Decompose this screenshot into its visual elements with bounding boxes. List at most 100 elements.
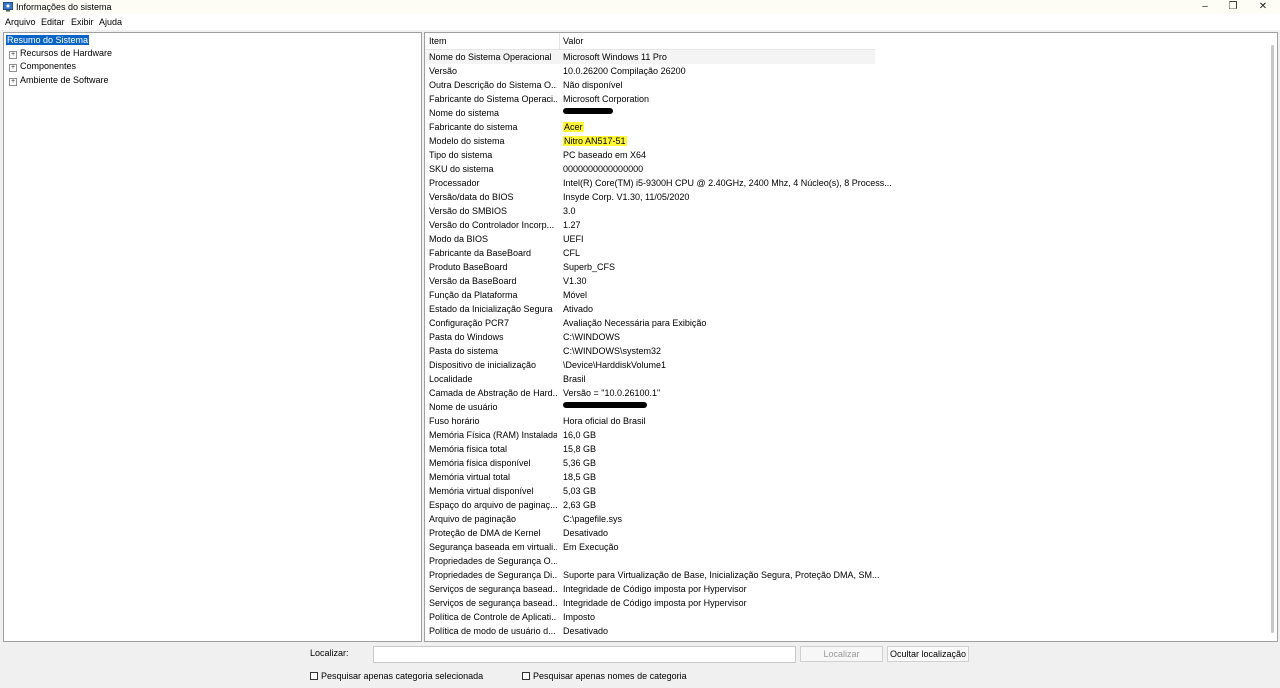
row-item-name: Proteção de DMA de Kernel [429,528,541,538]
row-item-value: C:\pagefile.sys [563,514,623,524]
table-row[interactable]: Pasta do Windows C:\WINDOWS [425,330,875,344]
close-button[interactable]: ✕ [1248,0,1278,14]
table-row[interactable]: Memória virtual disponível 5,03 GB [425,484,875,498]
menu-edit[interactable]: Editar [41,16,65,28]
tree-item-label: Resumo do Sistema [6,35,90,45]
row-item-value: Superb_CFS [563,262,616,272]
table-row[interactable]: Segurança baseada em virtuali... Em Execu… [425,540,875,554]
row-item-value: Avaliação Necessária para Exibição [563,318,707,328]
table-row[interactable]: Memória física total 15,8 GB [425,442,875,456]
table-row[interactable]: Versão/data do BIOS Insyde Corp. V1.30, 1… [425,190,875,204]
tree-item-hardware-resources[interactable]: + Recursos de Hardware [9,48,112,59]
details-list[interactable]: Item Valor Nome do Sistema Operacional Mi… [424,32,1278,642]
table-row[interactable]: Camada de Abstração de Hard... Versão = "… [425,386,875,400]
row-item-name: Processador [429,178,480,188]
row-item-value: 16,0 GB [563,430,597,440]
row-item-name: Arquivo de paginação [429,514,517,524]
row-item-value: 15,8 GB [563,444,597,454]
row-item-name: Espaço do arquivo de paginaç... [429,500,557,510]
table-row[interactable]: Versão 10.0.26200 Compilação 26200 [425,64,875,78]
tree-item-software-environment[interactable]: + Ambiente de Software [9,75,109,86]
table-row[interactable]: Nome do Sistema Operacional Microsoft Win… [425,50,875,64]
hide-find-button[interactable]: Ocultar localização [887,646,969,662]
row-item-value: Insyde Corp. V1.30, 11/05/2020 [563,192,690,202]
row-item-value: C:\WINDOWS [563,332,620,342]
row-item-name: Versão do SMBIOS [429,206,508,216]
table-row[interactable]: Serviços de segurança basead... Integrida… [425,596,875,610]
row-item-name: Fabricante do Sistema Operaci... [429,94,557,104]
table-row[interactable]: Nome do sistema [425,106,875,120]
row-item-value: Microsoft Windows 11 Pro [563,52,667,62]
search-selected-category-option[interactable]: Pesquisar apenas categoria selecionada [310,671,483,682]
tree-item-system-summary[interactable]: Resumo do Sistema [6,35,90,46]
row-item-value: Intel(R) Core(TM) i5-9300H CPU @ 2.40GHz… [563,178,892,188]
table-row[interactable]: Outra Descrição do Sistema O... Não dispo… [425,78,875,92]
table-row[interactable]: Espaço do arquivo de paginaç... 2,63 GB [425,498,875,512]
table-row[interactable]: Fabricante do Sistema Operaci... Microsof… [425,92,875,106]
row-item-value: Imposto [563,612,596,622]
expand-plus-icon[interactable]: + [9,64,17,72]
table-row[interactable]: Processador Intel(R) Core(TM) i5-9300H CP… [425,176,892,190]
table-row[interactable]: Versão do Controlador Incorp... 1.27 [425,218,875,232]
scrollbar-thumb[interactable] [1271,45,1274,633]
table-row[interactable]: Serviços de segurança basead... Integrida… [425,582,875,596]
table-row[interactable]: Localidade Brasil [425,372,875,386]
find-input[interactable] [373,646,796,663]
maximize-button[interactable]: ❐ [1218,0,1248,14]
table-row[interactable]: Pasta do sistema C:\WINDOWS\system32 [425,344,875,358]
table-row[interactable]: Estado da Inicialização Segura Ativado [425,302,875,316]
table-row[interactable]: Tipo do sistema PC baseado em X64 [425,148,875,162]
row-item-value: V1.30 [563,276,587,286]
expand-plus-icon[interactable]: + [9,51,17,59]
table-row[interactable]: Dispositivo de inicialização \Device\Hard… [425,358,875,372]
row-item-value: 1.27 [563,220,581,230]
table-row[interactable]: Arquivo de paginação C:\pagefile.sys [425,512,875,526]
table-row[interactable]: Nome de usuário [425,400,875,414]
menu-view[interactable]: Exibir [71,16,94,28]
row-item-value: Desativado [563,626,609,636]
table-row[interactable]: Propriedades de Segurança O... [425,554,875,568]
vertical-scrollbar[interactable] [1269,33,1277,641]
table-row[interactable]: Versão do SMBIOS 3.0 [425,204,875,218]
search-category-names-checkbox[interactable] [522,672,530,680]
row-item-name: Memória Física (RAM) Instalada [429,430,557,440]
column-divider[interactable] [559,33,560,50]
expand-plus-icon[interactable]: + [9,78,17,86]
row-item-name: Fabricante da BaseBoard [429,248,532,258]
table-row[interactable]: Fuso horário Hora oficial do Brasil [425,414,875,428]
menu-help[interactable]: Ajuda [99,16,122,28]
row-item-value: Suporte para Virtualização de Base, Inic… [563,570,880,580]
table-row[interactable]: Produto BaseBoard Superb_CFS [425,260,875,274]
title-bar: Informações do sistema – ❐ ✕ [0,0,1280,14]
column-header-value[interactable]: Valor [563,36,583,47]
search-selected-category-checkbox[interactable] [310,672,318,680]
menu-file[interactable]: Arquivo [5,16,36,28]
tree-item-components[interactable]: + Componentes [9,61,76,72]
minimize-button[interactable]: – [1190,0,1220,14]
table-row[interactable]: Propriedades de Segurança Di... Suporte p… [425,568,880,582]
row-item-value: Microsoft Corporation [563,94,650,104]
table-row[interactable]: Política de modo de usuário d... Desativa… [425,624,875,638]
table-row[interactable]: Memória física disponível 5,36 GB [425,456,875,470]
table-row[interactable]: Função da Plataforma Móvel [425,288,875,302]
table-row[interactable]: Versão da BaseBoard V1.30 [425,274,875,288]
row-item-name: Produto BaseBoard [429,262,508,272]
table-row[interactable]: Modelo do sistema Nitro AN517-51 [425,134,875,148]
row-item-name: Pasta do Windows [429,332,504,342]
table-row[interactable]: Política de Controle de Aplicati... Impos… [425,610,875,624]
table-row[interactable]: Proteção de DMA de Kernel Desativado [425,526,875,540]
row-item-name: Memória virtual total [429,472,511,482]
category-tree[interactable]: Resumo do Sistema + Recursos de Hardware … [3,32,422,642]
table-row[interactable]: SKU do sistema 0000000000000000 [425,162,875,176]
table-row[interactable]: Modo da BIOS UEFI [425,232,875,246]
table-row[interactable]: Configuração PCR7 Avaliação Necessária pa… [425,316,875,330]
table-row[interactable]: Memória virtual total 18,5 GB [425,470,875,484]
search-category-names-option[interactable]: Pesquisar apenas nomes de categoria [522,671,687,682]
table-row[interactable]: Fabricante da BaseBoard CFL [425,246,875,260]
table-row[interactable]: Memória Física (RAM) Instalada 16,0 GB [425,428,875,442]
row-item-name: Memória física disponível [429,458,531,468]
row-item-name: Nome do sistema [429,108,500,118]
column-header-item[interactable]: Item [429,36,447,47]
table-row[interactable]: Fabricante do sistema Acer [425,120,875,134]
find-button[interactable]: Localizar [800,646,883,662]
